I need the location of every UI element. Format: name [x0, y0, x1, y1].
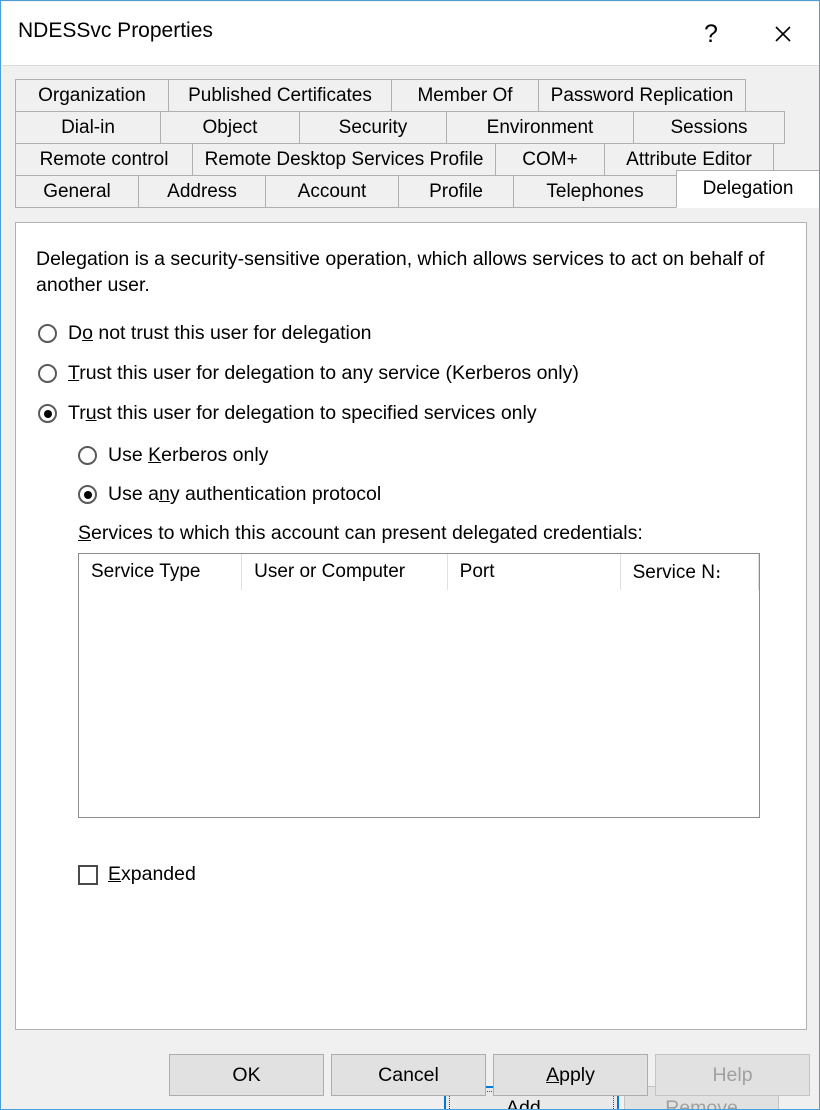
tab-remote-desktop-services-profile[interactable]: Remote Desktop Services Profile — [192, 143, 496, 176]
tab-label: Attribute Editor — [626, 148, 752, 170]
tab-row: Organization Published Certificates Member… — [15, 79, 807, 112]
tab-label: Account — [297, 180, 367, 202]
tab-label: Password Replication — [550, 84, 734, 106]
list-header-row: Service Type User or Computer Port Service … — [79, 554, 759, 590]
radio-label: Do not trust this user for delegation — [68, 322, 372, 344]
tab-account[interactable]: Account — [265, 175, 399, 208]
tab-com[interactable]: COM+ — [495, 143, 605, 176]
tab-member-of[interactable]: Member Of — [391, 79, 539, 112]
radio-label: Use any authentication protocol — [108, 483, 382, 505]
list-column-header-service-type[interactable]: Service Type — [79, 554, 243, 590]
radio-label: Trust this user for delegation to specif… — [68, 402, 537, 424]
radio-trust-any-service[interactable]: Trust this user for delegation to any se… — [38, 362, 579, 385]
tab-label: COM+ — [522, 148, 578, 170]
tab-object[interactable]: Object — [160, 111, 300, 144]
tab-row: General Address Account Profile Telephones De… — [15, 170, 819, 208]
tab-label: Environment — [486, 116, 594, 138]
tab-profile[interactable]: Profile — [398, 175, 514, 208]
radio-trust-specified-services[interactable]: Trust this user for delegation to specif… — [38, 402, 537, 425]
apply-button[interactable]: Apply — [493, 1054, 648, 1096]
tab-label: Published Certificates — [188, 84, 372, 106]
delegation-tab-panel: Delegation is a security-sensitive opera… — [15, 222, 807, 1109]
radio-indicator — [38, 324, 57, 343]
tab-label: Remote Desktop Services Profile — [204, 148, 484, 170]
help-question-icon[interactable]: ? — [680, 3, 742, 65]
tab-address[interactable]: Address — [138, 175, 266, 208]
tab-label: Sessions — [670, 116, 748, 138]
tab-label: Organization — [38, 84, 146, 106]
help-button[interactable]: Help — [655, 1054, 810, 1096]
tab-strip: Organization Published Certificates Member… — [15, 79, 819, 208]
tab-label: Object — [202, 116, 258, 138]
tab-label: Profile — [429, 180, 483, 202]
remove-button-label: Remove — [665, 1096, 738, 1110]
radio-do-not-trust[interactable]: Do not trust this user for delegation — [38, 322, 372, 345]
list-column-header-port[interactable]: Port — [448, 554, 621, 590]
checkbox-indicator — [78, 864, 98, 885]
tab-organization[interactable]: Organization — [15, 79, 169, 112]
apply-button-label: Apply — [546, 1063, 595, 1086]
radio-label: Use Kerberos only — [108, 444, 269, 466]
tab-telephones[interactable]: Telephones — [513, 175, 677, 208]
tab-row: Dial-in Object Security Environment Sessions — [15, 111, 807, 144]
expanded-checkbox[interactable]: Expanded — [78, 863, 196, 886]
tab-general[interactable]: General — [15, 175, 139, 208]
tab-delegation[interactable]: Delegation — [676, 170, 819, 208]
tab-label: General — [43, 180, 111, 202]
checkbox-label: Expanded — [108, 863, 196, 885]
tab-label: Member Of — [417, 84, 513, 106]
delegation-description: Delegation is a security-sensitive opera… — [36, 248, 765, 296]
tab-dial-in[interactable]: Dial-in — [15, 111, 161, 144]
radio-indicator — [38, 364, 57, 383]
radio-use-any-authentication-protocol[interactable]: Use any authentication protocol — [78, 483, 381, 506]
list-column-header-service-n[interactable]: Service N։ — [621, 554, 759, 590]
tab-password-replication[interactable]: Password Replication — [538, 79, 746, 112]
tab-label: Security — [338, 116, 408, 138]
tab-label: Telephones — [546, 180, 644, 202]
list-column-header-user-or-computer[interactable]: User or Computer — [242, 554, 448, 590]
close-icon[interactable] — [752, 3, 814, 65]
properties-dialog: NDESSvc Properties ? Organization Publish… — [0, 0, 820, 1110]
title-bar: NDESSvc Properties ? — [2, 2, 819, 66]
radio-indicator — [38, 404, 57, 423]
tab-label: Dial-in — [61, 116, 115, 138]
add-button-label: Add... — [506, 1096, 557, 1110]
tab-label: Address — [167, 180, 237, 202]
tab-label: Delegation — [702, 178, 794, 199]
list-body[interactable] — [79, 590, 759, 817]
cancel-button[interactable]: Cancel — [331, 1054, 486, 1096]
tab-published-certificates[interactable]: Published Certificates — [168, 79, 392, 112]
radio-label: Trust this user for delegation to any se… — [68, 362, 579, 384]
radio-use-kerberos-only[interactable]: Use Kerberos only — [78, 444, 268, 467]
tab-environment[interactable]: Environment — [446, 111, 634, 144]
radio-indicator — [78, 485, 97, 504]
tab-remote-control[interactable]: Remote control — [15, 143, 193, 176]
radio-indicator — [78, 446, 97, 465]
close-x-glyph — [775, 26, 791, 42]
tab-sessions[interactable]: Sessions — [633, 111, 785, 144]
ok-button[interactable]: OK — [169, 1054, 324, 1096]
tab-label: Remote control — [39, 148, 169, 170]
tab-security[interactable]: Security — [299, 111, 447, 144]
window-title: NDESSvc Properties — [18, 19, 213, 42]
services-list-caption: Services to which this account can prese… — [78, 522, 643, 544]
services-list-view[interactable]: Service Type User or Computer Port Service … — [78, 553, 760, 818]
